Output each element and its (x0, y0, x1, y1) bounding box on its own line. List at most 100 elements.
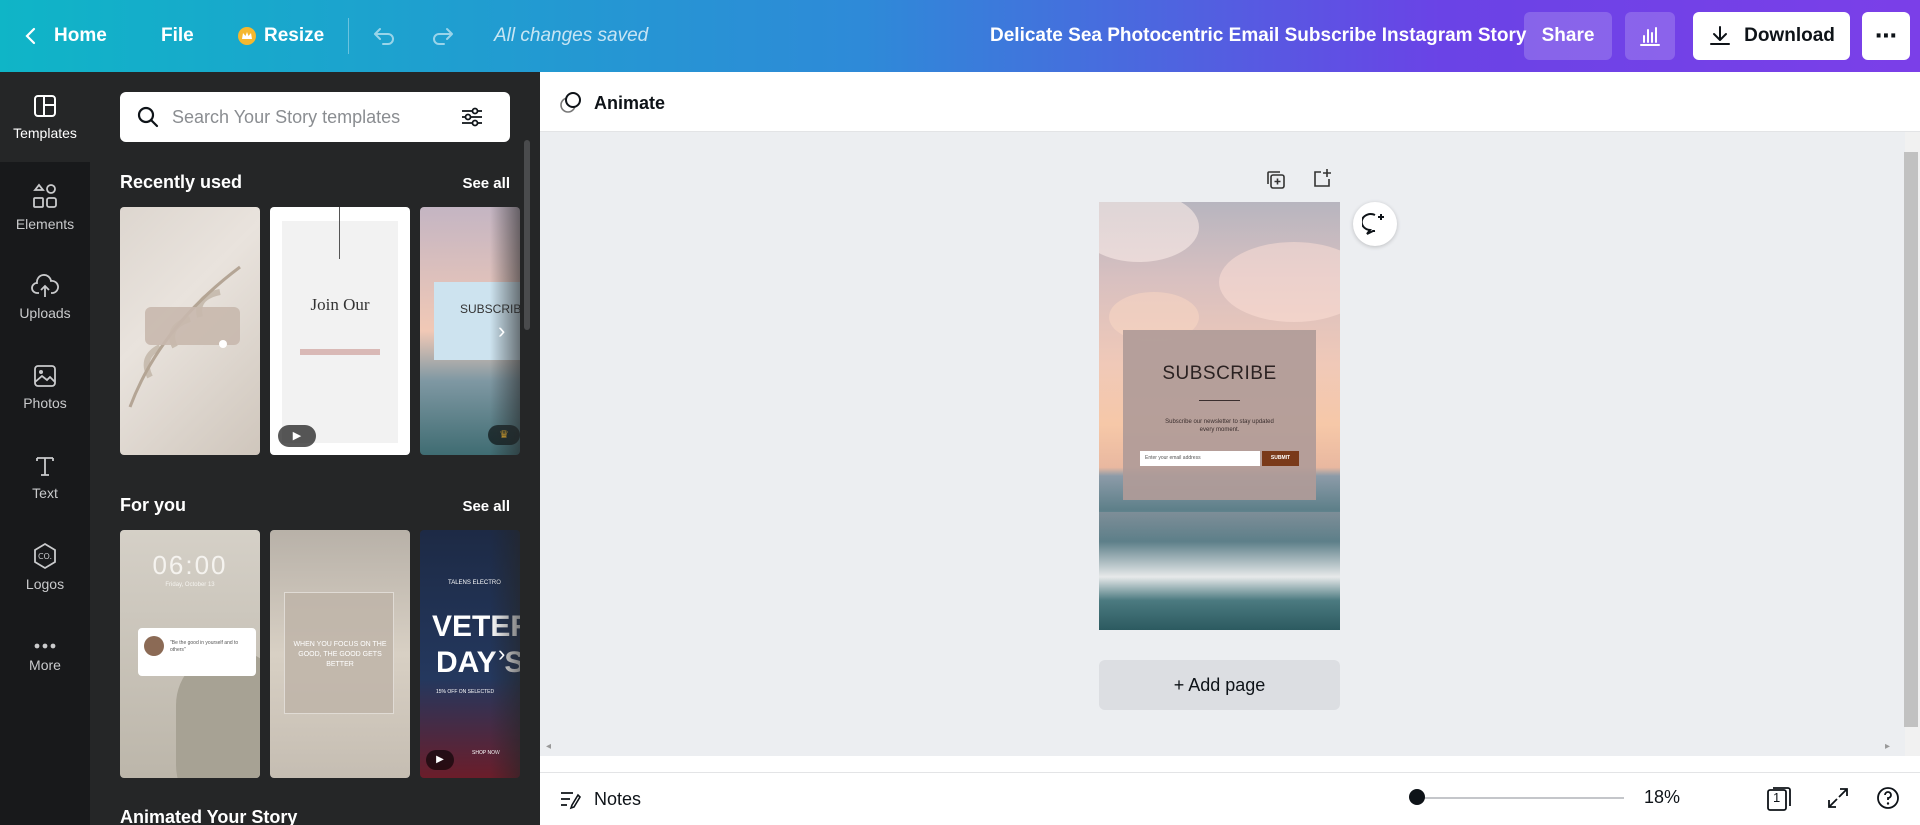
play-icon: ▶ (278, 425, 316, 447)
add-comment-button[interactable] (1353, 202, 1397, 246)
text-icon (36, 457, 54, 476)
crown-icon (238, 27, 256, 45)
filter-icon[interactable] (460, 105, 484, 129)
animated-heading: Animated Your Story (120, 807, 298, 825)
file-label: File (161, 25, 194, 46)
help-icon (1877, 787, 1899, 809)
templates-panel: Recently used See all Join Our ▶ SUBSCRI… (90, 72, 540, 825)
save-status: All changes saved (494, 25, 649, 46)
rail-item-photos[interactable]: Photos (0, 342, 90, 432)
thumb-inner (282, 221, 398, 443)
chevron-right-icon[interactable]: › (498, 318, 505, 344)
thumb-notification: "Be the good in yourself and to others" (138, 628, 256, 676)
share-button[interactable]: Share (1524, 12, 1612, 60)
more-options-button[interactable]: ⋯ (1862, 12, 1910, 60)
top-bar: Home File Resize All changes saved Delic… (0, 0, 1920, 72)
fullscreen-button[interactable] (1825, 785, 1851, 816)
editor-canvas[interactable]: SUBSCRIBE Subscribe our newsletter to st… (540, 132, 1905, 756)
rail-item-more[interactable]: More (0, 612, 90, 702)
card-title[interactable]: SUBSCRIBE (1123, 363, 1316, 385)
rail-label: Uploads (19, 305, 71, 321)
design-page[interactable]: SUBSCRIBE Subscribe our newsletter to st… (1099, 202, 1340, 630)
editor-toolbar: Animate (540, 72, 1920, 132)
more-icon (34, 643, 56, 649)
leaf-shadow-graphic (128, 265, 241, 408)
scroll-left-icon[interactable]: ◂ (546, 741, 551, 752)
panel-scrollbar[interactable] (524, 140, 530, 330)
insights-button[interactable] (1625, 12, 1675, 60)
bar-chart-icon (1640, 27, 1660, 46)
redo-button[interactable] (430, 0, 456, 72)
rail-item-logos[interactable]: CO. Logos (0, 522, 90, 612)
resize-button[interactable]: Resize (238, 0, 324, 72)
photos-icon (34, 365, 56, 387)
search-icon (137, 106, 159, 128)
more-icon: ⋯ (1875, 23, 1897, 48)
separator (348, 18, 349, 54)
add-page-icon[interactable] (1310, 166, 1334, 190)
see-all-recent-link[interactable]: See all (462, 175, 510, 192)
thumb-button (300, 349, 380, 355)
subscribe-card[interactable]: SUBSCRIBE Subscribe our newsletter to st… (1123, 330, 1316, 500)
undo-icon (374, 28, 394, 45)
vertical-scrollbar-thumb[interactable] (1904, 152, 1918, 727)
see-all-foryou-link[interactable]: See all (462, 498, 510, 515)
notes-icon (561, 792, 582, 810)
for-you-heading: For you (120, 495, 186, 515)
rail-item-elements[interactable]: Elements (0, 162, 90, 252)
scroll-right-icon[interactable]: ▸ (1885, 741, 1890, 752)
email-field[interactable]: Enter your email address (1140, 451, 1260, 466)
help-button[interactable] (1875, 785, 1901, 816)
animate-button[interactable]: Animate (558, 90, 665, 116)
download-label: Download (1744, 25, 1835, 46)
card-divider (1199, 400, 1240, 401)
home-button[interactable]: Home (24, 0, 107, 72)
rail-label: Elements (15, 216, 75, 232)
expand-icon (1828, 788, 1848, 808)
template-thumb[interactable]: 06:00 Friday, October 13 "Be the good in… (120, 530, 260, 778)
undo-button[interactable] (371, 0, 397, 72)
add-page-button[interactable]: + Add page (1099, 660, 1340, 710)
animate-icon (560, 92, 581, 113)
chevron-left-icon (25, 27, 36, 45)
search-box[interactable] (120, 92, 510, 142)
zoom-slider-track[interactable] (1418, 797, 1624, 799)
template-thumb[interactable]: Join Our ▶ (270, 207, 410, 455)
thumb-line (339, 207, 340, 259)
download-icon (1710, 26, 1731, 45)
duplicate-page-icon[interactable] (1264, 168, 1288, 192)
rail-label: More (29, 657, 61, 673)
thumb-title: Join Our (310, 295, 370, 314)
rail-label: Text (32, 485, 58, 501)
logos-icon: CO. (34, 542, 56, 570)
file-menu-button[interactable]: File (161, 0, 194, 72)
side-rail: Templates Elements Uploads Photos Text C… (0, 72, 90, 825)
template-thumb[interactable] (120, 207, 260, 455)
rail-item-templates[interactable]: Templates (0, 72, 90, 162)
notes-button[interactable]: Notes (558, 787, 641, 811)
animate-label: Animate (594, 92, 666, 113)
submit-button[interactable]: SUBMIT (1262, 451, 1299, 466)
rail-item-text[interactable]: Text (0, 432, 90, 522)
avatar (144, 636, 164, 656)
cloud-shape (1099, 202, 1199, 262)
download-button[interactable]: Download (1693, 12, 1850, 60)
chevron-right-icon[interactable]: › (498, 641, 505, 667)
thumb-date: Friday, October 13 (165, 582, 215, 588)
zoom-level[interactable]: 18% (1644, 787, 1680, 808)
card-body-text[interactable]: Subscribe our newsletter to stay updated… (1163, 418, 1276, 434)
svg-text:CO.: CO. (38, 552, 52, 561)
document-title[interactable]: Delicate Sea Photocentric Email Subscrib… (990, 0, 1526, 72)
rail-item-uploads[interactable]: Uploads (0, 252, 90, 342)
sea-image (1099, 512, 1340, 630)
templates-icon (34, 95, 56, 117)
redo-icon (433, 28, 453, 45)
horizontal-scrollbar[interactable]: ◂ ▸ (540, 741, 1905, 756)
template-thumb[interactable]: WHEN YOU FOCUS ON THE GOOD, THE GOOD GET… (270, 530, 410, 778)
zoom-slider-knob[interactable] (1409, 789, 1425, 805)
resize-label: Resize (264, 25, 325, 46)
page-count-button[interactable]: 1 (1765, 785, 1791, 811)
search-input[interactable] (172, 106, 452, 128)
recently-used-heading: Recently used (120, 172, 243, 192)
thumb-subtitle: 15% OFF ON SELECTED (436, 689, 495, 695)
